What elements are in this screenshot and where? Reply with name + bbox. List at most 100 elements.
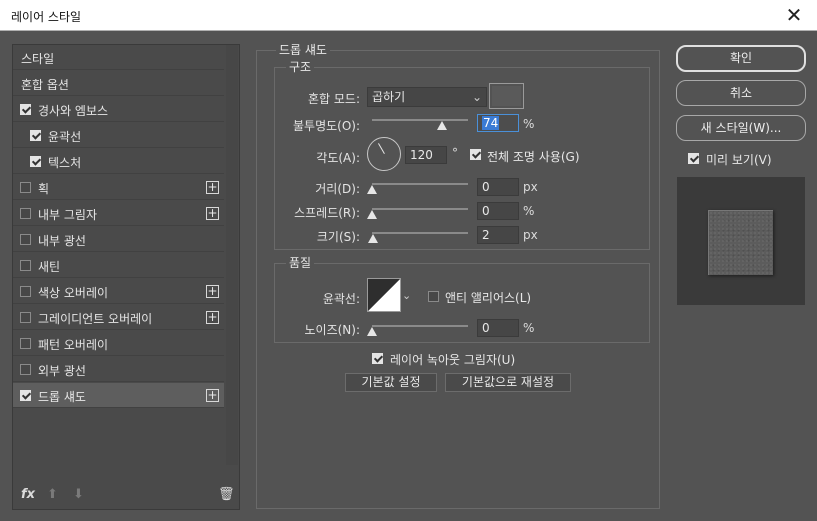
trash-icon[interactable]: 🗑 — [218, 487, 235, 502]
style-checkbox[interactable] — [30, 156, 41, 167]
style-item[interactable]: 패턴 오버레이 — [13, 331, 224, 356]
contour-picker[interactable] — [367, 278, 401, 312]
style-checkbox[interactable] — [20, 104, 31, 115]
style-item-label: 내부 광선 — [38, 234, 86, 248]
spread-slider[interactable] — [372, 208, 468, 210]
distance-label: 거리(D): — [315, 182, 360, 196]
opacity-unit: % — [523, 117, 535, 131]
style-checkbox[interactable] — [20, 312, 31, 323]
move-up-icon[interactable]: ⬆ — [47, 487, 58, 502]
style-item[interactable]: 내부 그림자 + — [13, 201, 224, 226]
chevron-down-icon: ⌄ — [471, 90, 482, 104]
style-item[interactable]: 텍스처 — [13, 149, 224, 174]
global-light-checkbox[interactable] — [470, 149, 481, 160]
style-item[interactable]: 내부 광선 — [13, 227, 224, 252]
knockout-checkbox[interactable] — [372, 353, 383, 364]
add-effect-icon[interactable]: + — [206, 181, 219, 194]
spread-value: 0 — [482, 204, 490, 218]
new-style-button[interactable]: 새 스타일(W)... — [676, 115, 806, 141]
style-checkbox[interactable] — [20, 208, 31, 219]
style-item[interactable]: 드롭 섀도 + — [13, 383, 224, 408]
shadow-color-swatch[interactable] — [489, 83, 524, 109]
style-checkbox[interactable] — [20, 338, 31, 349]
anti-alias-label: 앤티 앨리어스(L) — [445, 291, 532, 305]
style-item-label: 획 — [38, 182, 50, 196]
add-effect-icon[interactable]: + — [206, 207, 219, 220]
style-item-label: 스타일 — [21, 52, 55, 66]
quality-title: 품질 — [286, 254, 315, 271]
style-checkbox[interactable] — [20, 390, 31, 401]
style-checkbox[interactable] — [30, 130, 41, 141]
style-checkbox[interactable] — [20, 260, 31, 271]
opacity-input[interactable]: 74 — [477, 114, 519, 132]
style-checkbox[interactable] — [20, 234, 31, 245]
blend-mode-select[interactable]: 곱하기 ⌄ — [367, 87, 487, 107]
spread-label: 스프레드(R): — [294, 206, 360, 220]
window-title: 레이어 스타일 — [11, 10, 82, 24]
style-item-label: 텍스처 — [48, 156, 82, 170]
distance-input[interactable]: 0 — [477, 178, 519, 196]
noise-unit: % — [523, 321, 535, 335]
style-item[interactable]: 새틴 — [13, 253, 224, 278]
spread-slider-thumb[interactable] — [367, 210, 377, 219]
style-item-label: 경사와 엠보스 — [38, 104, 109, 118]
size-value: 2 — [482, 228, 490, 242]
size-input[interactable]: 2 — [477, 226, 519, 244]
spread-input[interactable]: 0 — [477, 202, 519, 220]
preview-swatch — [708, 210, 773, 275]
noise-input[interactable]: 0 — [477, 319, 519, 337]
size-unit: px — [523, 228, 538, 242]
angle-label: 각도(A): — [316, 151, 360, 165]
angle-input[interactable]: 120 — [405, 146, 447, 164]
distance-slider[interactable] — [372, 183, 468, 185]
style-item[interactable]: 획 + — [13, 175, 224, 200]
global-light-label: 전체 조명 사용(G) — [487, 150, 580, 164]
reset-default-button[interactable]: 기본값으로 재설정 — [445, 373, 571, 392]
styles-scrollbar[interactable] — [226, 45, 238, 465]
close-icon[interactable]: ✕ — [779, 2, 809, 28]
distance-slider-thumb[interactable] — [367, 185, 377, 194]
move-down-icon[interactable]: ⬇ — [73, 487, 84, 502]
style-item[interactable]: 외부 광선 — [13, 357, 224, 382]
opacity-slider[interactable] — [372, 119, 468, 121]
style-item-label: 그레이디언트 오버레이 — [38, 312, 153, 326]
distance-value: 0 — [482, 180, 490, 194]
add-effect-icon[interactable]: + — [206, 389, 219, 402]
style-item-label: 드롭 섀도 — [38, 390, 86, 404]
contour-dropdown-icon[interactable]: ⌄ — [402, 289, 411, 302]
ok-button[interactable]: 확인 — [676, 45, 806, 72]
angle-dial-needle — [378, 143, 385, 154]
style-checkbox[interactable] — [20, 286, 31, 297]
style-item[interactable]: 스타일 — [13, 45, 224, 70]
style-item[interactable]: 경사와 엠보스 — [13, 97, 224, 122]
cancel-button[interactable]: 취소 — [676, 80, 806, 106]
noise-slider[interactable] — [372, 325, 468, 327]
make-default-button[interactable]: 기본값 설정 — [345, 373, 437, 392]
contour-curve-icon — [368, 279, 400, 311]
noise-slider-thumb[interactable] — [367, 327, 377, 336]
size-slider[interactable] — [372, 232, 468, 234]
style-checkbox[interactable] — [20, 182, 31, 193]
size-slider-thumb[interactable] — [368, 234, 378, 243]
fx-icon[interactable]: fx — [21, 487, 35, 502]
style-item[interactable]: 윤곽선 — [13, 123, 224, 148]
style-item[interactable]: 그레이디언트 오버레이 + — [13, 305, 224, 330]
noise-value: 0 — [482, 321, 490, 335]
section-title: 드롭 섀도 — [276, 41, 330, 58]
noise-label: 노이즈(N): — [304, 323, 360, 337]
title-bar: 레이어 스타일 ✕ — [0, 0, 817, 31]
style-item[interactable]: 색상 오버레이 + — [13, 279, 224, 304]
anti-alias-checkbox[interactable] — [428, 291, 439, 302]
style-item[interactable]: 혼합 옵션 — [13, 71, 224, 96]
add-effect-icon[interactable]: + — [206, 285, 219, 298]
knockout-label: 레이어 녹아웃 그림자(U) — [390, 353, 516, 367]
style-checkbox[interactable] — [20, 364, 31, 375]
opacity-slider-thumb[interactable] — [437, 121, 447, 130]
add-effect-icon[interactable]: + — [206, 311, 219, 324]
preview-checkbox[interactable] — [688, 153, 699, 164]
spread-unit: % — [523, 204, 535, 218]
angle-dial[interactable] — [367, 137, 401, 171]
styles-panel: 스타일 혼합 옵션 경사와 엠보스 윤곽선 텍스처 획 + 내부 그림자 + 내부 광선 새틴 색상 … — [12, 44, 240, 510]
style-item-label: 새틴 — [38, 260, 61, 274]
blend-mode-value: 곱하기 — [372, 90, 406, 104]
